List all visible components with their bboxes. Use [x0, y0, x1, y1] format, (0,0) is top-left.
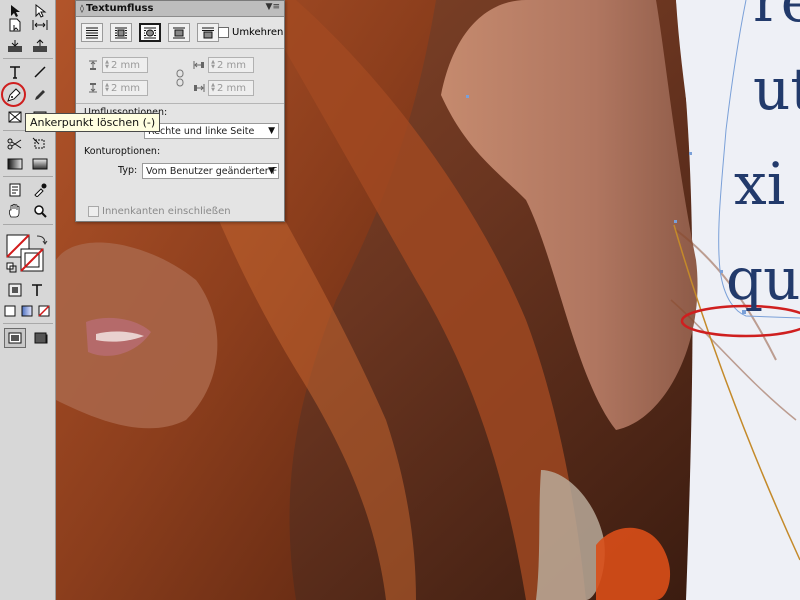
scissors-tool-icon[interactable]: [4, 133, 26, 155]
preview-mode-icon[interactable]: [30, 328, 52, 348]
body-text-line-3[interactable]: xi: [734, 155, 785, 213]
make-all-settings-same-icon[interactable]: [176, 69, 184, 90]
contour-options-label: Konturoptionen:: [84, 146, 161, 157]
include-inside-edges-option[interactable]: Innenkanten einschließen: [88, 206, 231, 217]
include-inside-edges-checkbox[interactable]: [88, 206, 99, 217]
panel-menu-icon[interactable]: ▼≡: [266, 2, 280, 12]
gradient-feather-tool-icon[interactable]: [29, 153, 51, 175]
panel-title: ◊ Textumfluss: [80, 3, 153, 14]
left-offset-icon: [192, 58, 206, 72]
wrap-mode-buttons: [81, 23, 219, 42]
body-text-line-4[interactable]: qu: [726, 250, 800, 308]
gradient-swatch-tool-icon[interactable]: [4, 153, 26, 175]
invert-option[interactable]: Umkehren: [218, 27, 283, 38]
pencil-tool-icon[interactable]: [29, 84, 51, 106]
top-offset-icon: [86, 58, 100, 72]
pen-tool-highlight-circle: [1, 82, 26, 107]
apply-none-icon[interactable]: [36, 302, 52, 320]
panel-separator: [76, 103, 284, 104]
wrap-around-bounding-box-button[interactable]: [110, 23, 132, 42]
top-offset-input[interactable]: ▲ ▼ 2 mm: [102, 57, 148, 73]
type-tool-icon[interactable]: [4, 61, 26, 83]
left-offset-input[interactable]: ▲ ▼ 2 mm: [208, 57, 254, 73]
right-offset-input[interactable]: ▲ ▼ 2 mm: [208, 80, 254, 96]
body-text-line-2[interactable]: ut: [753, 60, 800, 118]
jump-to-next-column-button[interactable]: [197, 23, 219, 42]
top-offset-field: ▲ ▼ 2 mm: [86, 57, 148, 73]
formatting-affects-container-icon[interactable]: [6, 281, 24, 299]
toolbox-divider: [3, 58, 53, 59]
contour-type-select[interactable]: Vom Benutzer geänderter F ▼: [142, 163, 279, 179]
body-text-line-1[interactable]: re: [753, 0, 800, 30]
content-placer-icon[interactable]: [29, 35, 51, 57]
bottom-offset-field: ▲ ▼ 2 mm: [86, 80, 148, 96]
hand-tool-icon[interactable]: [4, 200, 26, 222]
content-collector-icon[interactable]: [4, 35, 26, 57]
panel-separator: [76, 48, 284, 49]
tools-panel: [0, 0, 56, 600]
eyedropper-tool-icon[interactable]: [29, 179, 51, 201]
zoom-tool-icon[interactable]: [29, 200, 51, 222]
panel-title-text: Textumfluss: [85, 3, 154, 14]
apply-gradient-icon[interactable]: [19, 302, 35, 320]
wrap-to-select[interactable]: Rechte und linke Seite ▼: [144, 123, 279, 139]
no-text-wrap-button[interactable]: [81, 23, 103, 42]
toolbox-divider: [3, 323, 53, 324]
invert-label: Umkehren: [232, 27, 284, 38]
formatting-affects-text-icon[interactable]: [28, 281, 46, 299]
apply-color-icon[interactable]: [2, 302, 18, 320]
free-transform-tool-icon[interactable]: [29, 133, 51, 155]
note-tool-icon[interactable]: [4, 179, 26, 201]
include-inside-edges-label: Innenkanten einschließen: [102, 206, 231, 217]
gap-tool-icon[interactable]: [29, 14, 51, 36]
panel-collapse-icon[interactable]: ◊: [80, 4, 84, 13]
toolbox-divider: [3, 224, 53, 225]
text-wrap-panel: ◊ Textumfluss ▼≡ Umkehren ▲ ▼ 2 mm ▲ ▼ 2 mm: [75, 0, 285, 222]
invert-checkbox[interactable]: [218, 27, 229, 38]
jump-object-button[interactable]: [168, 23, 190, 42]
panel-titlebar[interactable]: ◊ Textumfluss ▼≡: [76, 1, 284, 17]
left-offset-field: ▲ ▼ 2 mm: [192, 57, 254, 73]
tool-tooltip: Ankerpunkt löschen (-): [25, 113, 161, 132]
type-label: Typ:: [118, 165, 138, 176]
bottom-offset-input[interactable]: ▲ ▼ 2 mm: [102, 80, 148, 96]
right-offset-icon: [192, 81, 206, 95]
toolbox-divider: [3, 176, 53, 177]
normal-mode-icon[interactable]: [4, 328, 26, 348]
page-tool-icon[interactable]: [4, 14, 26, 36]
bottom-offset-icon: [86, 81, 100, 95]
line-tool-icon[interactable]: [29, 61, 51, 83]
fill-stroke-icon[interactable]: [5, 233, 51, 275]
right-offset-field: ▲ ▼ 2 mm: [192, 80, 254, 96]
rectangle-frame-tool-icon[interactable]: [4, 106, 26, 128]
wrap-around-object-shape-button[interactable]: [139, 23, 161, 42]
